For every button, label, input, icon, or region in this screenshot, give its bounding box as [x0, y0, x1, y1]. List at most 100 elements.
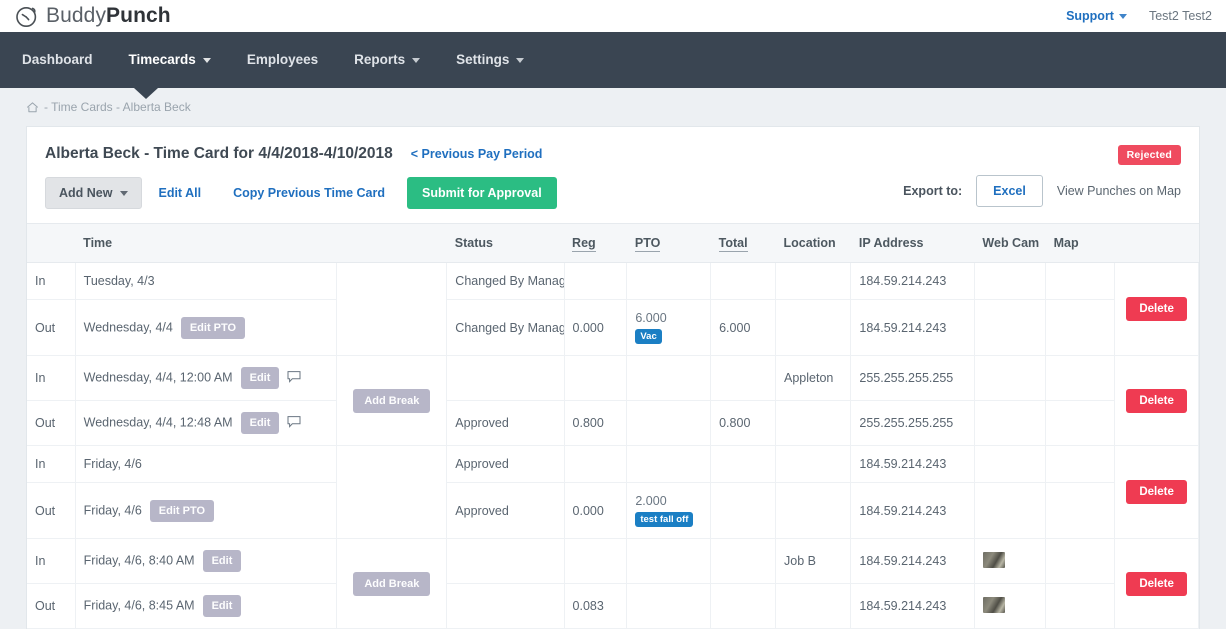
col-total[interactable]: Total [710, 223, 776, 263]
nav-item-employees[interactable]: Employees [229, 32, 336, 88]
time-cell: Wednesday, 4/4, 12:00 AM Edit [75, 355, 338, 401]
copy-previous-time-card-button[interactable]: Copy Previous Time Card [217, 178, 401, 208]
col-web-cam: Web Cam [974, 223, 1046, 263]
ip-address-cell: 184.59.214.243 [850, 482, 975, 539]
punch-time: Tuesday, 4/3 [83, 274, 155, 288]
chevron-down-icon [120, 190, 129, 196]
map-cell [1045, 583, 1116, 629]
map-cell [1045, 482, 1116, 539]
break-cell [336, 262, 448, 356]
col-pto[interactable]: PTO [626, 223, 711, 263]
web-cam-cell[interactable] [974, 583, 1047, 629]
edit-button[interactable]: Edit [202, 550, 242, 572]
col-reg[interactable]: Reg [564, 223, 627, 263]
ip-address-cell: 184.59.214.243 [850, 262, 975, 300]
chevron-down-icon [412, 57, 421, 63]
total-hours-cell: 6.000 [710, 299, 777, 356]
ip-address-cell: 184.59.214.243 [850, 538, 975, 584]
breadcrumb-trail: - Time Cards - Alberta Beck [44, 100, 191, 114]
edit-pto-button[interactable]: Edit PTO [180, 316, 246, 339]
col-actions [1114, 223, 1199, 263]
nav-label: Dashboard [22, 52, 93, 67]
punch-direction: In [27, 355, 76, 401]
note-icon[interactable] [287, 371, 301, 386]
view-punches-on-map-link[interactable]: View Punches on Map [1057, 184, 1181, 198]
location-cell [775, 583, 852, 629]
delete-button[interactable]: Delete [1126, 388, 1187, 413]
web-cam-cell [974, 482, 1047, 539]
total-hours-cell [710, 583, 777, 629]
add-break-button[interactable]: Add Break [353, 388, 431, 413]
col-inout [27, 223, 76, 263]
total-hours-cell [710, 482, 777, 539]
add-break-button[interactable]: Add Break [353, 571, 431, 596]
total-hours-cell [710, 445, 777, 483]
time-cell: Wednesday, 4/4 Edit PTO [75, 299, 338, 356]
status-cell: Changed By Manager [446, 299, 565, 356]
web-cam-cell [974, 400, 1047, 446]
ip-address-cell: 184.59.214.243 [850, 583, 975, 629]
nav-label: Settings [456, 52, 510, 67]
chevron-down-icon [516, 57, 525, 63]
map-cell [1045, 400, 1116, 446]
pto-cell [626, 583, 712, 629]
web-cam-cell [974, 355, 1047, 401]
status-cell: Approved [446, 482, 565, 539]
home-icon[interactable] [26, 101, 39, 114]
nav-item-settings[interactable]: Settings [438, 32, 542, 88]
punch-time: Friday, 4/6, 8:40 AM [83, 553, 195, 568]
pto-cell [626, 400, 712, 446]
webcam-thumbnail[interactable] [982, 551, 1005, 568]
status-badge: Rejected [1117, 145, 1181, 165]
support-menu[interactable]: Support [1066, 9, 1127, 23]
table-row: Out Wednesday, 4/4 Edit PTO Changed By Mana… [27, 299, 1199, 356]
previous-pay-period-link[interactable]: < Previous Pay Period [411, 147, 543, 161]
time-cell: Friday, 4/6, 8:45 AM Edit [75, 583, 338, 629]
webcam-thumbnail[interactable] [982, 596, 1005, 613]
pto-hours-value: 2.000 [635, 494, 667, 508]
actions-cell: Delete [1114, 445, 1199, 539]
nav-item-timecards[interactable]: Timecards [111, 32, 229, 88]
nav-item-reports[interactable]: Reports [336, 32, 438, 88]
status-cell [446, 538, 565, 584]
actions-cell: Delete [1114, 538, 1199, 629]
map-cell [1045, 445, 1116, 483]
break-cell: Add Break [336, 538, 448, 629]
reg-hours-cell [564, 445, 628, 483]
time-cell: Friday, 4/6 [75, 445, 338, 483]
timecard-panel: Alberta Beck - Time Card for 4/4/2018-4/… [26, 126, 1200, 629]
top-bar: BuddyPunch Support Test2 Test2 [0, 0, 1226, 32]
actions-cell: Delete [1114, 262, 1199, 356]
edit-button[interactable]: Edit [240, 367, 280, 389]
location-cell: Job B [775, 538, 852, 584]
chevron-down-icon [202, 57, 211, 63]
breadcrumb: - Time Cards - Alberta Beck [0, 88, 1226, 126]
pto-cell [626, 355, 712, 401]
brand-logo[interactable]: BuddyPunch [14, 3, 171, 29]
punch-time: Friday, 4/6 [83, 502, 142, 517]
submit-for-approval-button[interactable]: Submit for Approval [406, 177, 557, 209]
delete-button[interactable]: Delete [1126, 480, 1187, 504]
delete-button[interactable]: Delete [1126, 297, 1187, 321]
pto-cell: 2.000 test fall off [626, 482, 712, 539]
export-excel-button[interactable]: Excel [976, 175, 1043, 207]
table-row: Out Friday, 4/6, 8:45 AM Edit 0.083 184.59.2… [27, 583, 1199, 629]
edit-pto-button[interactable]: Edit PTO [149, 499, 215, 522]
pto-type-badge: Vac [635, 329, 662, 344]
nav-label: Reports [354, 52, 406, 67]
web-cam-cell[interactable] [974, 538, 1047, 584]
add-new-button[interactable]: Add New [45, 177, 143, 209]
time-cell: Friday, 4/6 Edit PTO [75, 482, 338, 539]
edit-button[interactable]: Edit [202, 595, 242, 617]
col-total-label: Total [718, 236, 748, 252]
edit-button[interactable]: Edit [240, 412, 280, 434]
break-cell: Add Break [336, 355, 448, 446]
punch-time: Friday, 4/6 [83, 457, 142, 471]
nav-item-dashboard[interactable]: Dashboard [22, 32, 111, 88]
delete-button[interactable]: Delete [1126, 571, 1187, 596]
note-icon[interactable] [287, 416, 301, 431]
time-cell: Friday, 4/6, 8:40 AM Edit [75, 538, 338, 584]
user-name[interactable]: Test2 Test2 [1149, 9, 1212, 23]
punch-time: Wednesday, 4/4 [83, 319, 173, 334]
edit-all-button[interactable]: Edit All [142, 178, 217, 208]
